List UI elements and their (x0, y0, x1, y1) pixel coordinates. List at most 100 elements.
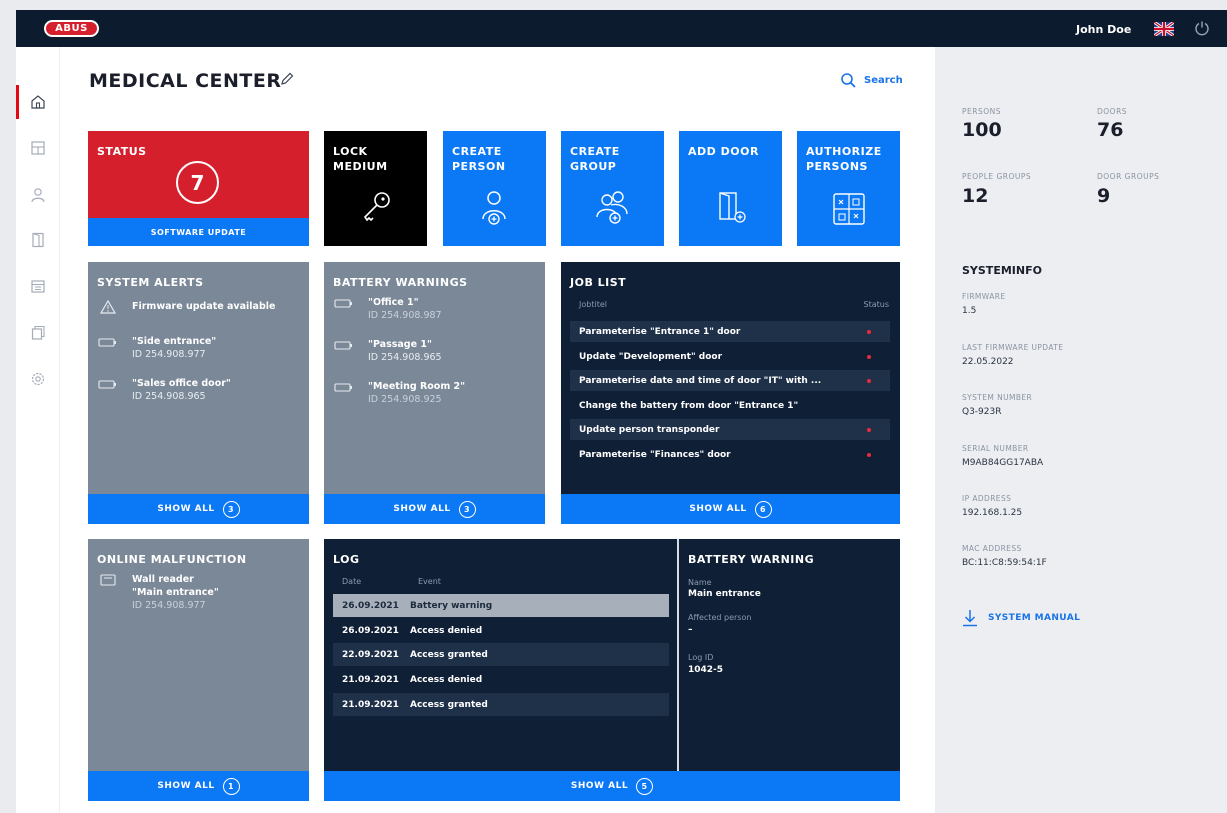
main-content: MEDICAL CENTER Search STATUS 7 SOFTWARE … (60, 47, 935, 813)
right-info-panel: PERSONS 100 DOORS 76 PEOPLE GROUPS 12 DO… (935, 47, 1227, 813)
nav-media[interactable] (26, 321, 50, 345)
create-person-title: CREATE PERSON (452, 144, 506, 174)
lock-medium-line2: MEDIUM (333, 160, 388, 173)
battery-warnings-show-all-button[interactable]: SHOW ALL 3 (324, 494, 545, 524)
job-title: Change the battery from door "Entrance 1… (579, 400, 799, 411)
job-row[interactable]: Parameterise "Entrance 1" door (570, 321, 890, 342)
online-malfunction-title: ONLINE MALFUNCTION (97, 553, 247, 566)
battery-warnings-panel: BATTERY WARNINGS "Office 1" ID 254.908.98… (324, 262, 545, 524)
job-row[interactable]: Update person transponder (570, 419, 890, 440)
log-panel: LOG Date Event 26.09.2021 Battery warning… (324, 539, 900, 801)
job-row[interactable]: Parameterise date and time of door "IT" … (570, 370, 890, 391)
detail-person-label: Affected person (688, 613, 752, 622)
nav-settings[interactable] (26, 367, 50, 391)
job-list-show-all-button[interactable]: SHOW ALL 6 (561, 494, 900, 524)
battery-warning-name: "Meeting Room 2" (368, 381, 466, 392)
create-group-tile[interactable]: CREATE GROUP (561, 131, 664, 246)
system-number-label: SYSTEM NUMBER (962, 393, 1033, 402)
pencil-icon[interactable] (279, 71, 295, 87)
status-tile[interactable]: STATUS 7 SOFTWARE UPDATE (88, 131, 309, 246)
system-alerts-show-all-button[interactable]: SHOW ALL 3 (88, 494, 309, 524)
door-icon (32, 232, 44, 248)
alert-item[interactable]: "Sales office door" ID 254.908.965 (97, 377, 231, 403)
authorize-persons-tile[interactable]: AUTHORIZE PERSONS (797, 131, 900, 246)
job-row[interactable]: Change the battery from door "Entrance 1… (570, 395, 890, 416)
people-groups-label: PEOPLE GROUPS (962, 172, 1032, 181)
battery-warning-item[interactable]: "Meeting Room 2" ID 254.908.925 (333, 380, 465, 406)
door-groups-value: 9 (1097, 185, 1111, 207)
log-show-all-button[interactable]: SHOW ALL 5 (324, 771, 900, 801)
key-icon (363, 192, 390, 222)
log-row[interactable]: 22.09.2021 Access granted (333, 643, 669, 666)
mac-address-value: BC:11:C8:59:54:1F (962, 558, 1047, 568)
warning-icon (100, 300, 116, 314)
show-all-count: 1 (222, 777, 240, 795)
nav-persons[interactable] (26, 183, 50, 207)
firmware-label: FIRMWARE (962, 292, 1006, 301)
nav-dashboard[interactable] (26, 136, 50, 160)
lock-medium-tile[interactable]: LOCK MEDIUM (324, 131, 427, 246)
battery-icon (98, 380, 116, 389)
log-date: 22.09.2021 (342, 649, 399, 660)
nav-home[interactable] (26, 90, 50, 114)
job-row[interactable]: Parameterise "Finances" door (570, 444, 890, 465)
battery-warning-item[interactable]: "Office 1" ID 254.908.987 (333, 296, 442, 322)
detail-name-label: Name (688, 578, 712, 587)
authorization-matrix-icon (832, 193, 865, 225)
create-group-title: CREATE GROUP (570, 144, 620, 174)
battery-warning-name: "Passage 1" (368, 339, 432, 350)
log-date-column: Date (342, 577, 362, 586)
malfunction-id: ID 254.908.977 (132, 600, 206, 611)
malfunction-location: "Main entrance" (132, 587, 219, 598)
alert-item[interactable]: "Side entrance" ID 254.908.977 (97, 335, 216, 361)
last-update-value: 22.05.2022 (962, 357, 1014, 367)
log-row[interactable]: 21.09.2021 Access granted (333, 693, 669, 716)
software-update-button[interactable]: SOFTWARE UPDATE (88, 218, 309, 246)
door-groups-label: DOOR GROUPS (1097, 172, 1160, 181)
power-icon[interactable] (1194, 20, 1210, 36)
create-person-line1: CREATE (452, 145, 502, 158)
detail-logid-label: Log ID (688, 653, 714, 662)
job-title: Update "Development" door (579, 351, 723, 362)
mac-address-label: MAC ADDRESS (962, 544, 1022, 553)
detail-logid-value: 1042-5 (688, 665, 724, 675)
battery-warning-id: ID 254.908.987 (368, 310, 442, 321)
battery-icon (334, 299, 352, 308)
create-group-line1: CREATE (570, 145, 620, 158)
log-row[interactable]: 26.09.2021 Battery warning (333, 594, 669, 617)
malfunction-item[interactable]: Wall reader "Main entrance" ID 254.908.9… (97, 573, 219, 612)
layout-icon (31, 141, 45, 155)
system-manual-link[interactable]: SYSTEM MANUAL (962, 609, 1080, 627)
show-all-label: SHOW ALL (570, 781, 629, 791)
battery-warning-name: "Office 1" (368, 297, 419, 308)
download-icon (963, 610, 977, 627)
show-all-count: 3 (222, 500, 240, 518)
add-door-tile[interactable]: ADD DOOR (679, 131, 782, 246)
user-name[interactable]: John Doe (1076, 23, 1131, 36)
battery-warning-detail-title: BATTERY WARNING (688, 553, 815, 566)
persons-label: PERSONS (962, 107, 1002, 116)
online-malfunction-show-all-button[interactable]: SHOW ALL 1 (88, 771, 309, 801)
battery-warning-item[interactable]: "Passage 1" ID 254.908.965 (333, 338, 442, 364)
alert-id: ID 254.908.977 (132, 349, 206, 360)
copy-icon (31, 325, 45, 340)
log-row[interactable]: 21.09.2021 Access denied (333, 668, 669, 691)
online-malfunction-panel: ONLINE MALFUNCTION Wall reader "Main ent… (88, 539, 309, 801)
log-title: LOG (333, 553, 360, 566)
page-title: MEDICAL CENTER (89, 70, 282, 92)
show-all-label: SHOW ALL (157, 504, 215, 514)
create-person-line2: PERSON (452, 160, 506, 173)
job-status-column: Status (863, 300, 890, 309)
uk-flag-icon[interactable] (1154, 22, 1174, 36)
serial-number-label: SERIAL NUMBER (962, 444, 1029, 453)
log-date: 26.09.2021 (342, 625, 399, 636)
create-person-tile[interactable]: CREATE PERSON (443, 131, 546, 246)
nav-calendar[interactable] (26, 274, 50, 298)
battery-warning-id: ID 254.908.965 (368, 352, 442, 363)
job-row[interactable]: Update "Development" door (570, 346, 890, 367)
nav-doors[interactable] (26, 228, 50, 252)
alert-item[interactable]: Firmware update available (97, 300, 275, 314)
log-row[interactable]: 26.09.2021 Access denied (333, 619, 669, 642)
search-button[interactable]: Search (840, 71, 903, 89)
alert-id: ID 254.908.965 (132, 391, 206, 402)
